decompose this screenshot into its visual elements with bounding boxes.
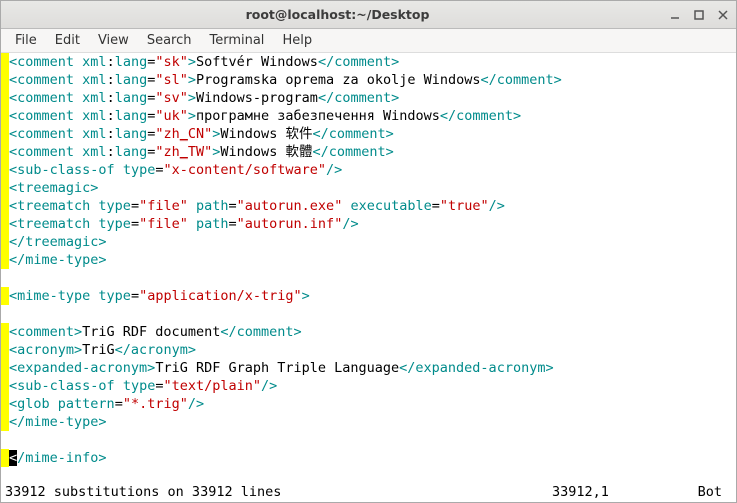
code-line: </mime-info> — [1, 449, 736, 467]
line-highlight-gutter — [1, 395, 9, 413]
line-highlight-gutter — [1, 53, 9, 71]
code-text — [9, 431, 17, 449]
line-highlight-gutter — [1, 287, 9, 305]
line-highlight-gutter — [1, 89, 9, 107]
code-text: <comment xml:lang="uk">програмне забезпе… — [9, 107, 521, 125]
line-highlight-gutter — [1, 341, 9, 359]
code-text: <comment xml:lang="zh_CN">Windows 软件</co… — [9, 125, 394, 143]
code-text: <comment xml:lang="sv">Windows-program</… — [9, 89, 399, 107]
menu-edit[interactable]: Edit — [47, 31, 88, 50]
status-position: 33912,1 — [552, 484, 672, 500]
line-highlight-gutter — [1, 305, 9, 323]
code-line: <treematch type="file" path="autorun.inf… — [1, 215, 736, 233]
maximize-button[interactable] — [692, 8, 706, 22]
code-text: </treemagic> — [9, 233, 107, 251]
line-highlight-gutter — [1, 125, 9, 143]
line-highlight-gutter — [1, 179, 9, 197]
code-text: </mime-type> — [9, 413, 107, 431]
code-text: <sub-class-of type="text/plain"/> — [9, 377, 277, 395]
window-titlebar: root@localhost:~/Desktop — [1, 1, 736, 29]
code-line: </mime-type> — [1, 413, 736, 431]
menu-terminal[interactable]: Terminal — [201, 31, 272, 50]
status-message: 33912 substitutions on 33912 lines — [5, 484, 552, 500]
line-highlight-gutter — [1, 71, 9, 89]
line-highlight-gutter — [1, 161, 9, 179]
code-text: <comment>TriG RDF document</comment> — [9, 323, 302, 341]
line-highlight-gutter — [1, 449, 9, 467]
code-text: </mime-info> — [9, 449, 107, 467]
code-line: <sub-class-of type="text/plain"/> — [1, 377, 736, 395]
status-scroll: Bot — [672, 484, 732, 500]
code-line: <comment xml:lang="sk">Softvér Windows</… — [1, 53, 736, 71]
line-highlight-gutter — [1, 359, 9, 377]
line-highlight-gutter — [1, 107, 9, 125]
menu-file[interactable]: File — [7, 31, 45, 50]
line-highlight-gutter — [1, 143, 9, 161]
code-line: <comment xml:lang="uk">програмне забезпе… — [1, 107, 736, 125]
code-line: <acronym>TriG</acronym> — [1, 341, 736, 359]
menu-view[interactable]: View — [90, 31, 137, 50]
line-highlight-gutter — [1, 197, 9, 215]
code-line: </mime-type> — [1, 251, 736, 269]
code-line: <sub-class-of type="x-content/software"/… — [1, 161, 736, 179]
code-text: <mime-type type="application/x-trig"> — [9, 287, 310, 305]
code-text: </mime-type> — [9, 251, 107, 269]
code-text: <treematch type="file" path="autorun.inf… — [9, 215, 359, 233]
code-text: <treemagic> — [9, 179, 98, 197]
terminal-content[interactable]: <comment xml:lang="sk">Softvér Windows</… — [1, 53, 736, 482]
window-controls — [668, 8, 730, 22]
code-text: <comment xml:lang="zh_TW">Windows 軟體</co… — [9, 143, 394, 161]
code-line: <comment xml:lang="sv">Windows-program</… — [1, 89, 736, 107]
vim-status-bar: 33912 substitutions on 33912 lines 33912… — [1, 482, 736, 502]
code-line: <glob pattern="*.trig"/> — [1, 395, 736, 413]
line-highlight-gutter — [1, 215, 9, 233]
line-highlight-gutter — [1, 431, 9, 449]
code-text: <comment xml:lang="sk">Softvér Windows</… — [9, 53, 399, 71]
line-highlight-gutter — [1, 323, 9, 341]
code-text: <treematch type="file" path="autorun.exe… — [9, 197, 505, 215]
line-highlight-gutter — [1, 377, 9, 395]
line-highlight-gutter — [1, 269, 9, 287]
close-button[interactable] — [716, 8, 730, 22]
code-line: <treematch type="file" path="autorun.exe… — [1, 197, 736, 215]
menu-help[interactable]: Help — [274, 31, 320, 50]
code-text: <expanded-acronym>TriG RDF Graph Triple … — [9, 359, 554, 377]
code-text: <glob pattern="*.trig"/> — [9, 395, 204, 413]
code-line: <comment xml:lang="zh_CN">Windows 软件</co… — [1, 125, 736, 143]
code-text: <comment xml:lang="sl">Programska oprema… — [9, 71, 562, 89]
code-line: <comment>TriG RDF document</comment> — [1, 323, 736, 341]
line-highlight-gutter — [1, 251, 9, 269]
code-line — [1, 305, 736, 323]
minimize-button[interactable] — [668, 8, 682, 22]
code-text — [9, 305, 17, 323]
menu-bar: File Edit View Search Terminal Help — [1, 29, 736, 53]
code-text: <sub-class-of type="x-content/software"/… — [9, 161, 342, 179]
code-line: <treemagic> — [1, 179, 736, 197]
code-line: <mime-type type="application/x-trig"> — [1, 287, 736, 305]
code-text — [9, 269, 17, 287]
code-line: <expanded-acronym>TriG RDF Graph Triple … — [1, 359, 736, 377]
vim-cursor: < — [9, 450, 17, 466]
code-line — [1, 431, 736, 449]
code-line — [1, 269, 736, 287]
code-line: <comment xml:lang="zh_TW">Windows 軟體</co… — [1, 143, 736, 161]
line-highlight-gutter — [1, 233, 9, 251]
line-highlight-gutter — [1, 413, 9, 431]
code-line: </treemagic> — [1, 233, 736, 251]
menu-search[interactable]: Search — [139, 31, 200, 50]
window-title: root@localhost:~/Desktop — [7, 7, 668, 22]
code-text: <acronym>TriG</acronym> — [9, 341, 196, 359]
code-line: <comment xml:lang="sl">Programska oprema… — [1, 71, 736, 89]
